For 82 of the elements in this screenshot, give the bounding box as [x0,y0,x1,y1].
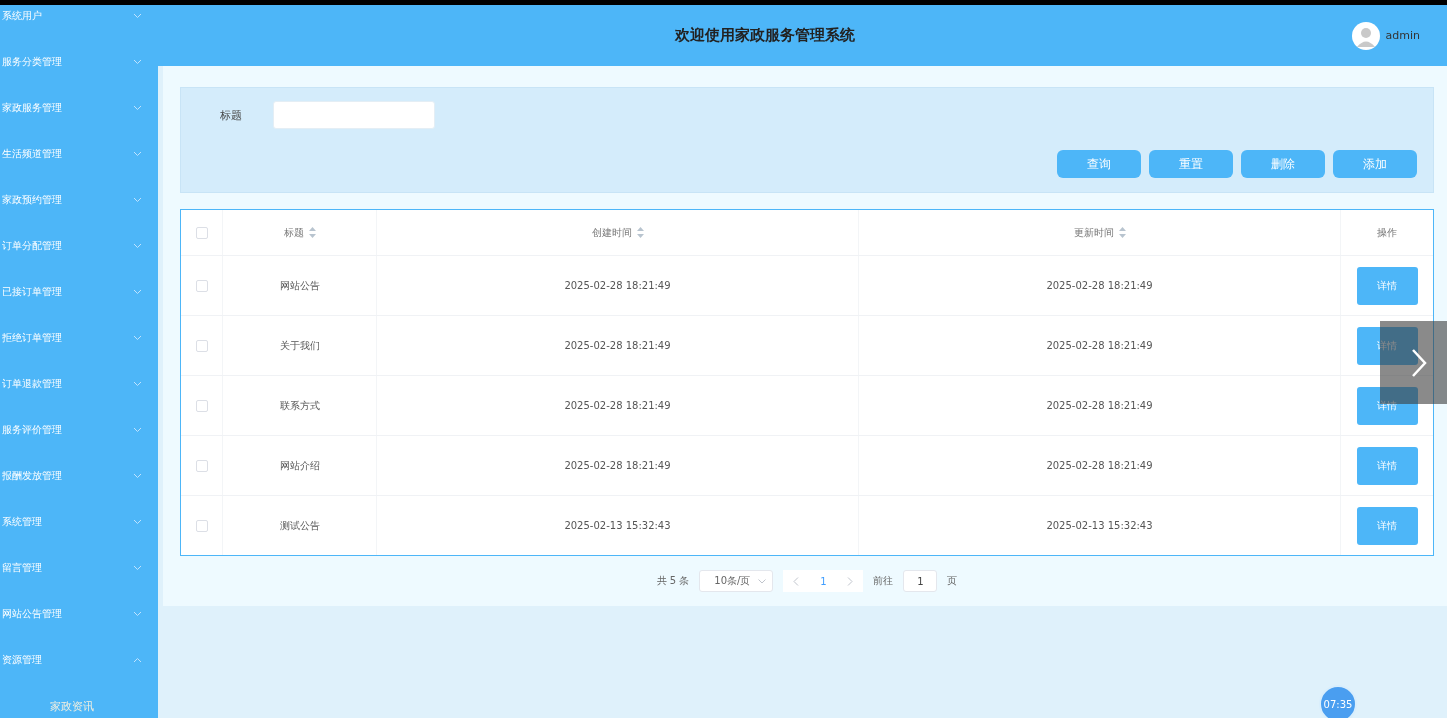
page-title: 欢迎使用家政服务管理系统 [673,26,856,45]
table-cell: 2025-02-28 18:21:49 [564,340,671,351]
row-checkbox[interactable] [195,519,208,532]
total-count: 共 5 条 [656,574,690,588]
table-cell: 网站公告 [279,278,320,293]
page-number[interactable]: 1 [820,575,827,587]
goto-label: 前往 [873,574,894,588]
table-cell: 2025-02-28 18:21:49 [1046,460,1153,471]
table-cell: 2025-02-28 18:21:49 [1046,400,1153,411]
chevron-down-icon [133,151,142,157]
column-header[interactable]: 操作 [1377,225,1397,240]
table-cell: 网站介绍 [279,458,320,473]
username: admin [1385,29,1420,42]
column-header[interactable]: 标题 [283,225,304,240]
table-cell: 测试公告 [279,518,320,533]
column-header[interactable]: 更新时间 [1073,225,1114,240]
action-button[interactable]: 添加 [1333,150,1417,178]
chevron-down-icon [133,243,142,249]
menu-item[interactable]: 已接订单管理 [0,269,158,315]
details-button[interactable]: 详情 [1356,266,1418,305]
chevron-down-icon [133,289,142,295]
menu-item[interactable]: 拒绝订单管理 [0,315,158,361]
details-button[interactable]: 详情 [1356,506,1418,545]
menu-item[interactable]: 家政预约管理 [0,177,158,223]
table-cell: 2025-02-13 15:32:43 [564,520,671,531]
menu-item[interactable]: 资源管理 [0,637,158,683]
chevron-down-icon [758,578,767,584]
menu-item[interactable]: 留言管理 [0,545,158,591]
menu-item[interactable]: 系统管理 [0,499,158,545]
chevron-down-icon [133,565,142,571]
menu-item[interactable]: 网站公告管理 [0,591,158,637]
page-size-select[interactable]: 10条/页 [699,570,774,592]
chevron-up-icon [133,657,142,663]
goto-page-input[interactable]: 1 [903,570,938,592]
row-checkbox[interactable] [195,279,208,292]
table-cell: 2025-02-28 18:21:49 [1046,340,1153,351]
chevron-down-icon [133,13,142,19]
chevron-down-icon [133,381,142,387]
menu-item[interactable]: 报酬发放管理 [0,453,158,499]
column-header[interactable]: 创建时间 [591,225,632,240]
page-unit: 页 [947,574,958,588]
clock-widget: 07:35 [1319,685,1357,718]
sort-icon[interactable] [308,227,316,238]
chevron-down-icon [133,59,142,65]
select-all-checkbox[interactable] [195,226,208,239]
previous-page-icon[interactable] [793,576,800,586]
chevron-right-icon [1410,347,1427,378]
chevron-down-icon [133,611,142,617]
action-button[interactable]: 重置 [1149,150,1233,178]
table-cell: 2025-02-28 18:21:49 [564,280,671,291]
details-button[interactable]: 详情 [1356,446,1418,485]
table-cell: 关于我们 [279,338,320,353]
avatar-icon [1351,21,1380,50]
table-cell: 2025-02-28 18:21:49 [564,400,671,411]
table-cell: 联系方式 [279,398,320,413]
submenu-item[interactable]: 家政资讯 [0,691,158,718]
menu-item[interactable]: 订单退款管理 [0,361,158,407]
sort-icon[interactable] [1118,227,1126,238]
row-checkbox[interactable] [195,339,208,352]
next-page-icon[interactable] [847,576,854,586]
row-checkbox[interactable] [195,399,208,412]
table-cell: 2025-02-13 15:32:43 [1046,520,1153,531]
menu-item[interactable]: 生活频道管理 [0,131,158,177]
title-input[interactable] [273,101,435,129]
menu-item[interactable]: 服务评价管理 [0,407,158,453]
table-cell: 2025-02-28 18:21:49 [564,460,671,471]
action-button[interactable]: 删除 [1241,150,1325,178]
menu-item[interactable]: 订单分配管理 [0,223,158,269]
chevron-down-icon [133,105,142,111]
chevron-down-icon [133,473,142,479]
table-cell: 2025-02-28 18:21:49 [1046,280,1153,291]
action-button[interactable]: 查询 [1057,150,1141,178]
chevron-down-icon [133,197,142,203]
sort-icon[interactable] [636,227,644,238]
field-label: 标题 [219,107,243,123]
row-checkbox[interactable] [195,459,208,472]
menu-item[interactable]: 系统用户 [0,5,158,39]
chevron-down-icon [133,519,142,525]
menu-item[interactable]: 家政服务管理 [0,85,158,131]
menu-item[interactable]: 服务分类管理 [0,39,158,85]
chevron-down-icon [133,427,142,433]
chevron-down-icon [133,335,142,341]
